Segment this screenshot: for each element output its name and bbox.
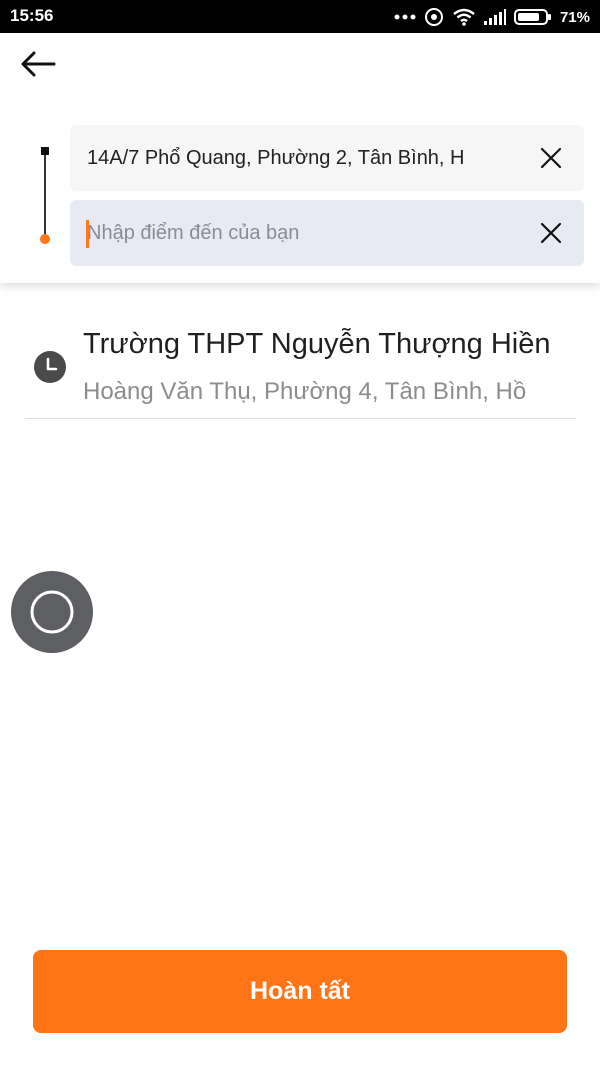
- close-icon: [538, 147, 564, 175]
- status-bar: 15:56 71%: [0, 0, 600, 33]
- route-header: 14A/7 Phổ Quang, Phường 2, Tân Bình, H: [0, 33, 600, 283]
- wifi-icon: [452, 8, 476, 26]
- signal-icon: [483, 9, 506, 25]
- close-icon: [538, 222, 564, 250]
- hotspot-icon: [424, 7, 444, 27]
- route-line-icon: [36, 145, 54, 245]
- destination-clear-button[interactable]: [538, 220, 564, 246]
- origin-field[interactable]: 14A/7 Phổ Quang, Phường 2, Tân Bình, H: [70, 125, 584, 191]
- place-address: Hoàng Văn Thụ, Phường 4, Tân Bình, Hồ: [83, 378, 527, 405]
- list-item[interactable]: Trường THPT Nguyễn Thượng Hiền Hoàng Văn…: [25, 322, 576, 419]
- destination-field[interactable]: [70, 200, 584, 266]
- origin-address[interactable]: 14A/7 Phổ Quang, Phường 2, Tân Bình, H: [87, 147, 514, 170]
- done-button[interactable]: Hoàn tất: [33, 950, 567, 1033]
- text-caret: [86, 220, 89, 248]
- battery-icon: [513, 9, 552, 25]
- destination-input[interactable]: [87, 221, 514, 245]
- battery-percent: 71%: [559, 8, 590, 26]
- more-dots-icon: [394, 14, 416, 20]
- place-title: Trường THPT Nguyễn Thượng Hiền: [83, 328, 551, 360]
- arrow-left-icon: [20, 51, 56, 82]
- status-icons: 71%: [394, 5, 590, 29]
- clock-icon: [33, 350, 67, 384]
- origin-clear-button[interactable]: [538, 145, 564, 171]
- back-button[interactable]: [20, 50, 68, 86]
- floating-button[interactable]: [11, 571, 93, 653]
- status-time: 15:56: [10, 6, 54, 25]
